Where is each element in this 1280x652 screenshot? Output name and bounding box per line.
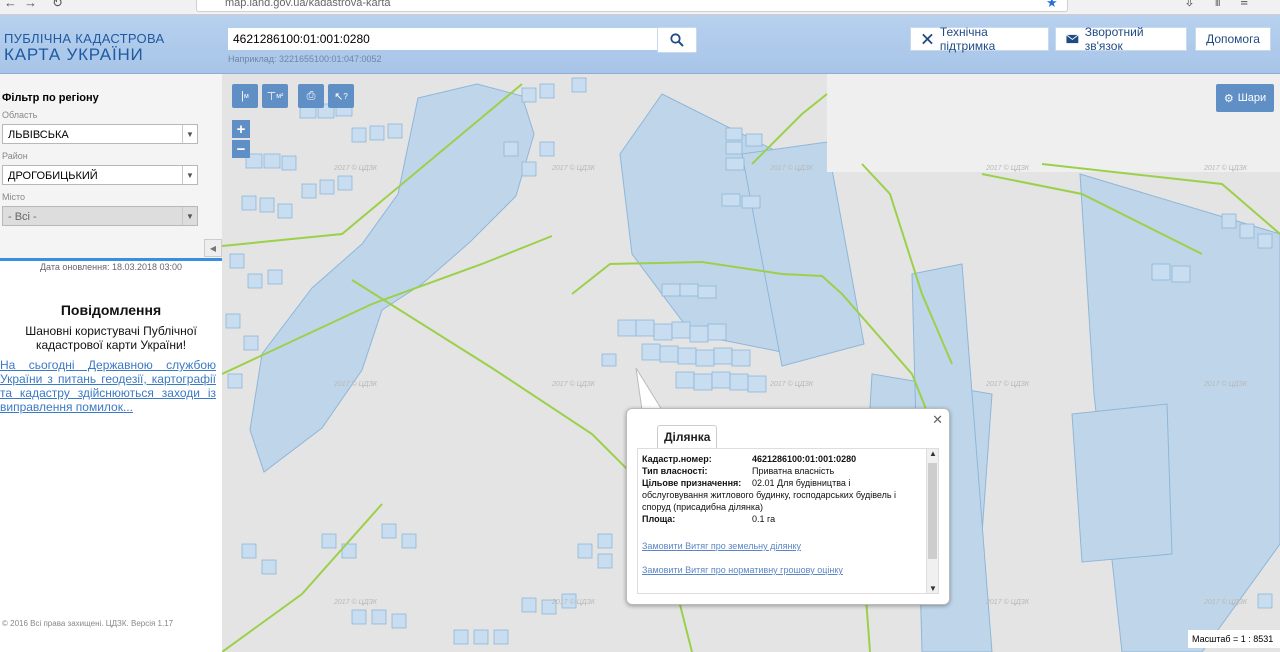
browser-menu-icons[interactable]: ⇩⫴≡	[1184, 0, 1268, 10]
zoom-in-button[interactable]: +	[232, 120, 250, 138]
forward-icon[interactable]: →	[24, 0, 37, 10]
order-extract-link[interactable]: Замовити Витяг про земельну ділянку	[642, 541, 801, 551]
chevron-up-icon[interactable]: ▲	[929, 449, 937, 458]
support-label: Технічна підтримка	[939, 25, 996, 53]
watermark: 2017 © ЦДЗК	[985, 164, 1030, 172]
map-canvas[interactable]: 2017 © ЦДЗК 2017 © ЦДЗК 2017 © ЦДЗК 2017…	[222, 74, 1280, 652]
area-value: 0.1 га	[752, 514, 776, 524]
messages-title: Повідомлення	[60, 302, 162, 318]
watermark: 2017 © ЦДЗК	[333, 380, 378, 388]
order-valuation-link[interactable]: Замовити Витяг про нормативну грошову оц…	[642, 565, 843, 575]
gear-icon: ⚙	[1223, 92, 1234, 105]
address-bar[interactable]: map.land.gov.ua/kadastrova-karta	[196, 0, 1068, 12]
filter-title: Фільтр по регіону	[2, 92, 99, 104]
purpose-value-line1: 02.01 Для будівництва і	[752, 478, 851, 488]
purpose-value-line2: обслуговування житлового будинку, господ…	[642, 490, 897, 500]
purpose-value-line3: споруд (присадибна ділянка)	[642, 502, 764, 512]
zoom-out-button[interactable]: −	[232, 140, 250, 158]
scale-label: Масштаб = 1 : 8531	[1188, 630, 1280, 648]
print-icon[interactable]: ⎙	[298, 84, 324, 108]
rayon-select[interactable]: ДРОГОБИЦЬКИЙ ▼	[2, 165, 198, 185]
bookmark-star-icon[interactable]: ★	[1046, 0, 1058, 11]
watermark: 2017 © ЦДЗК	[1203, 598, 1248, 606]
search-icon	[670, 33, 684, 47]
logo-line2[interactable]: КАРТА УКРАЇНИ	[4, 45, 144, 65]
search-example: Наприклад: 3221655100:01:047:0052	[228, 54, 382, 64]
city-value: - Всі -	[8, 211, 37, 223]
popup-content: Кадастр.номер: 4621286100:01:001:0280 Ти…	[637, 448, 939, 594]
city-label: Місто	[2, 192, 26, 202]
messages-link[interactable]: На сьогодні Державною службою України з …	[0, 358, 216, 414]
parcel-info-popup: ✕ Ділянка Кадастр.номер: 4621286100:01:0…	[626, 408, 950, 605]
chevron-down-icon: ▼	[182, 166, 197, 184]
watermark: 2017 © ЦДЗК	[333, 598, 378, 606]
rayon-label: Район	[2, 151, 28, 161]
messages-text: Шановні користувачі Публічної кадастрово…	[25, 324, 197, 352]
chevron-down-icon: ▼	[182, 207, 197, 225]
map-tools: | м ⊤ м² ⎙ ↖?	[232, 84, 354, 108]
layers-button[interactable]: ⚙ Шари	[1216, 84, 1274, 112]
purpose-key: Цільове призначення:	[642, 478, 742, 488]
update-date: Дата оновлення: 18.03.2018 03:00	[39, 262, 183, 272]
cadastral-value: 4621286100:01:001:0280	[752, 454, 857, 464]
ownership-value: Приватна власність	[752, 466, 835, 476]
support-button[interactable]: Технічна підтримка	[910, 25, 1049, 53]
watermark: 2017 © ЦДЗК	[551, 380, 596, 388]
city-select[interactable]: - Всі - ▼	[2, 206, 198, 226]
sidebar: Фільтр по регіону Область ЛЬВІВСЬКА ▼ Ра…	[0, 74, 223, 652]
rayon-value: ДРОГОБИЦЬКИЙ	[8, 170, 98, 182]
oblast-value: ЛЬВІВСЬКА	[8, 129, 69, 141]
watermark: 2017 © ЦДЗК	[551, 164, 596, 172]
watermark: 2017 © ЦДЗК	[551, 598, 596, 606]
site-header: ПУБЛІЧНА КАДАСТРОВА КАРТА УКРАЇНИ Наприк…	[0, 15, 1280, 74]
help-button[interactable]: Допомога	[1195, 27, 1271, 51]
cadastral-search-input[interactable]	[228, 28, 658, 50]
watermark: 2017 © ЦДЗК	[1203, 164, 1248, 172]
measure-distance-icon[interactable]: | м	[232, 84, 258, 108]
close-icon[interactable]: ✕	[932, 412, 943, 428]
layers-label: Шари	[1237, 92, 1267, 104]
watermark: 2017 © ЦДЗК	[1203, 380, 1248, 388]
logo-line1[interactable]: ПУБЛІЧНА КАДАСТРОВА	[4, 31, 164, 46]
measure-area-icon[interactable]: ⊤ м²	[262, 84, 288, 108]
chevron-down-icon[interactable]: ▼	[929, 584, 937, 593]
watermark: 2017 © ЦДЗК	[769, 380, 814, 388]
watermark: 2017 © ЦДЗК	[333, 164, 378, 172]
cadastral-key: Кадастр.номер:	[642, 454, 712, 464]
feedback-label: Зворотний зв'язок	[1084, 25, 1144, 53]
reload-icon[interactable]: ↻	[52, 0, 63, 11]
address-bar-url: map.land.gov.ua/kadastrova-karta	[225, 0, 391, 9]
identify-icon[interactable]: ↖?	[328, 84, 354, 108]
watermark: 2017 © ЦДЗК	[769, 164, 814, 172]
envelope-icon	[1066, 34, 1079, 44]
search-button[interactable]	[657, 27, 697, 53]
feedback-button[interactable]: Зворотний зв'язок	[1055, 25, 1187, 53]
chevron-down-icon: ▼	[182, 125, 197, 143]
ownership-key: Тип власності:	[642, 466, 708, 476]
tools-icon	[922, 33, 933, 45]
help-label: Допомога	[1206, 32, 1260, 46]
area-key: Площа:	[642, 514, 676, 524]
zoom-controls: + −	[232, 120, 250, 160]
collapse-sidebar-button[interactable]: ◀	[204, 239, 222, 257]
scrollbar-thumb[interactable]	[928, 463, 937, 559]
tab-parcel[interactable]: Ділянка	[657, 425, 718, 448]
back-icon[interactable]: ←	[4, 0, 17, 10]
copyright: © 2016 Всі права захищені. ЦДЗК. Версія …	[2, 619, 174, 628]
oblast-select[interactable]: ЛЬВІВСЬКА ▼	[2, 124, 198, 144]
watermark: 2017 © ЦДЗК	[985, 380, 1030, 388]
browser-toolbar: ← → ↻ map.land.gov.ua/kadastrova-karta ★…	[0, 0, 1280, 15]
popup-scrollbar[interactable]: ▲ ▼	[926, 449, 938, 593]
oblast-label: Область	[2, 110, 38, 120]
watermark: 2017 © ЦДЗК	[985, 598, 1030, 606]
region-filter-panel: Фільтр по регіону Область ЛЬВІВСЬКА ▼ Ра…	[0, 74, 222, 261]
